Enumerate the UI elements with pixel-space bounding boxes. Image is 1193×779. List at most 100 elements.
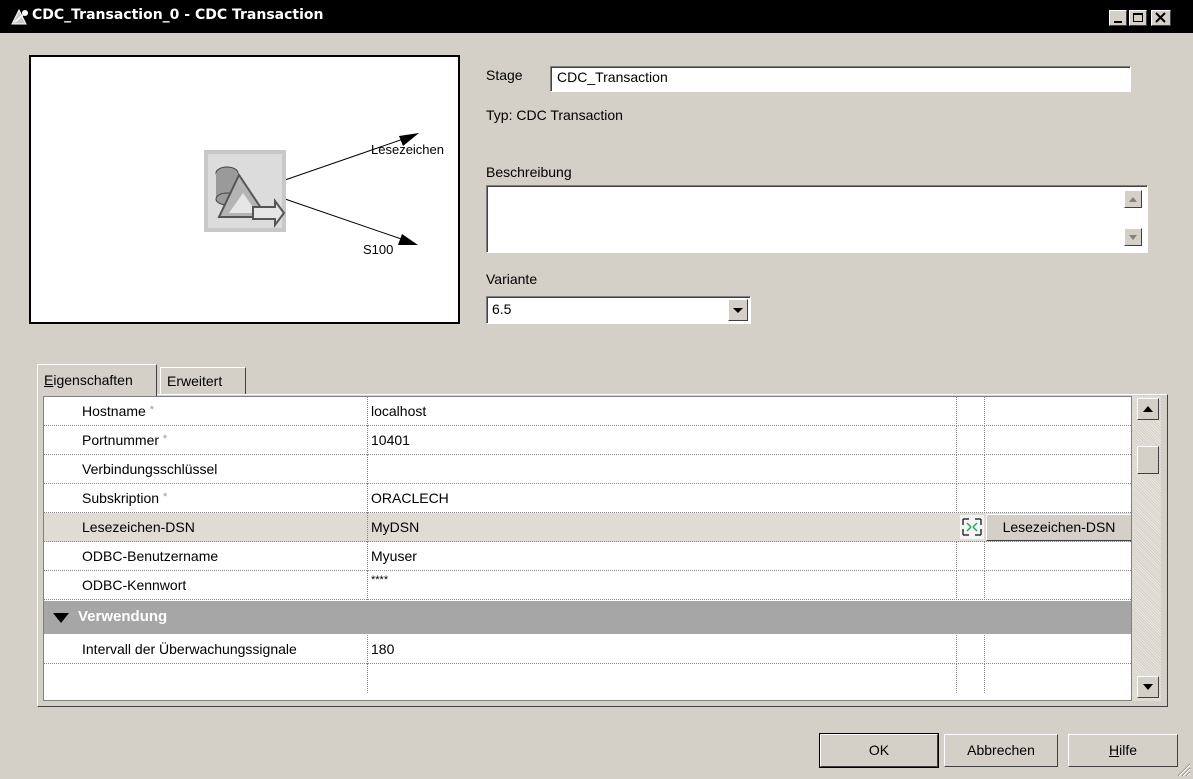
close-button[interactable] xyxy=(1151,10,1171,26)
section-title: Verwendung xyxy=(78,608,168,625)
table-row[interactable]: Subskription * ORACLECH xyxy=(44,484,1131,513)
column-divider xyxy=(956,397,957,426)
stage-type-text: Typ: CDC Transaction xyxy=(486,107,623,123)
resize-grip-icon[interactable] xyxy=(1175,761,1191,777)
minimize-icon xyxy=(1114,21,1122,23)
property-value[interactable]: 10401 xyxy=(371,426,951,455)
column-divider xyxy=(367,571,368,600)
column-divider xyxy=(984,455,985,484)
table-row[interactable] xyxy=(44,664,1131,693)
scroll-up-icon xyxy=(1129,197,1137,202)
property-name-text: Subskription xyxy=(82,490,160,506)
window-title: CDC_Transaction_0 - CDC Transaction xyxy=(32,7,324,23)
grid-scroll-up[interactable] xyxy=(1137,398,1159,420)
required-marker: * xyxy=(162,491,168,503)
table-row[interactable]: Portnummer * 10401 xyxy=(44,426,1131,455)
scroll-down-icon xyxy=(1143,684,1153,690)
table-row[interactable]: ODBC-Benutzername Myuser xyxy=(44,542,1131,571)
column-divider xyxy=(984,635,985,664)
variant-label: Variante xyxy=(486,271,538,287)
description-scroll-down[interactable] xyxy=(1124,228,1142,246)
property-value[interactable]: **** xyxy=(371,571,951,600)
cancel-button[interactable]: Abbrechen xyxy=(944,734,1058,767)
link-label-lesezeichen: Lesezeichen xyxy=(371,142,444,157)
required-marker: * xyxy=(162,433,168,445)
variant-select[interactable]: 6.5 xyxy=(486,296,751,324)
column-divider xyxy=(984,542,985,571)
column-divider xyxy=(367,484,368,513)
collapse-triangle-icon[interactable] xyxy=(52,611,70,625)
stage-name-input[interactable]: CDC_Transaction xyxy=(550,66,1131,92)
ok-button[interactable]: OK xyxy=(819,733,939,768)
cdc-transaction-stage-icon[interactable] xyxy=(204,150,286,232)
grid-scroll-down[interactable] xyxy=(1137,676,1159,698)
title-bar[interactable]: CDC_Transaction_0 - CDC Transaction xyxy=(0,0,1193,33)
link-label-s100: S100 xyxy=(363,242,394,257)
property-value[interactable]: localhost xyxy=(371,397,951,426)
property-value[interactable]: ORACLECH xyxy=(371,484,951,513)
maximize-icon xyxy=(1133,13,1143,22)
lesezeichen-dsn-button[interactable]: Lesezeichen-DSN xyxy=(986,514,1131,541)
property-name: Lesezeichen-DSN xyxy=(82,519,195,535)
column-divider xyxy=(367,542,368,571)
property-value[interactable]: 180 xyxy=(371,635,951,664)
column-divider xyxy=(367,455,368,484)
section-header-verwendung[interactable]: Verwendung xyxy=(44,601,1131,634)
table-row[interactable]: ODBC-Kennwort **** xyxy=(44,571,1131,600)
maximize-button[interactable] xyxy=(1129,10,1147,26)
column-divider xyxy=(956,635,957,664)
property-name: Subskription * xyxy=(82,484,364,513)
property-name: Portnummer * xyxy=(82,426,364,455)
scroll-up-icon xyxy=(1143,406,1153,412)
table-row[interactable]: Lesezeichen-DSN MyDSN Lesezeichen-DSN xyxy=(44,513,1131,542)
scroll-down-icon xyxy=(1129,235,1137,240)
chevron-down-icon xyxy=(733,308,743,313)
description-textarea[interactable] xyxy=(486,185,1148,253)
stage-app-icon xyxy=(10,8,30,26)
property-value[interactable]: MyDSN xyxy=(371,513,951,542)
description-label: Beschreibung xyxy=(486,164,572,180)
property-name: Verbindungsschlüssel xyxy=(82,461,218,477)
column-divider xyxy=(956,426,957,455)
variant-value: 6.5 xyxy=(492,301,512,317)
tab-erweitert[interactable]: Erweitert xyxy=(160,367,246,395)
column-divider xyxy=(367,397,368,426)
column-divider xyxy=(956,484,957,513)
column-divider xyxy=(367,426,368,455)
tab-eigenschaften-rest: igenschaften xyxy=(53,372,133,388)
column-divider xyxy=(956,542,957,571)
tab-eigenschaften[interactable]: Eigenschaften xyxy=(37,364,157,396)
property-name: Intervall der Überwachungssignale xyxy=(82,641,297,657)
property-grid: Hostname * localhost Portnummer * 10401 … xyxy=(43,396,1132,701)
tab-erweitert-label: Erweitert xyxy=(167,373,223,389)
column-divider xyxy=(956,455,957,484)
column-divider xyxy=(984,397,985,426)
description-scroll-up[interactable] xyxy=(1124,190,1142,208)
variant-dropdown-button[interactable] xyxy=(728,299,748,321)
column-divider xyxy=(367,635,368,664)
property-name-text: Hostname xyxy=(82,403,146,419)
stage-diagram: Lesezeichen S100 xyxy=(29,55,460,324)
dsn-browse-icon[interactable] xyxy=(960,515,984,539)
table-row[interactable]: Hostname * localhost xyxy=(44,397,1131,426)
column-divider xyxy=(367,664,368,693)
help-mnemonic: H xyxy=(1108,742,1120,758)
link-arrow-s100[interactable] xyxy=(284,198,418,245)
help-label-rest: ilfe xyxy=(1119,742,1138,758)
help-button[interactable]: Hilfe xyxy=(1068,734,1178,767)
property-value[interactable]: Myuser xyxy=(371,542,951,571)
grid-scroll-thumb[interactable] xyxy=(1137,446,1159,474)
property-value[interactable] xyxy=(371,455,951,484)
property-grid-scrollbar[interactable] xyxy=(1132,396,1161,701)
column-divider xyxy=(984,664,985,693)
minimize-button[interactable] xyxy=(1109,10,1127,26)
table-row[interactable]: Intervall der Überwachungssignale 180 xyxy=(44,635,1131,664)
property-name-text: Portnummer xyxy=(82,432,160,448)
column-divider xyxy=(984,484,985,513)
stage-name-value: CDC_Transaction xyxy=(557,69,668,85)
property-name: Hostname * xyxy=(82,397,364,426)
property-name: ODBC-Kennwort xyxy=(82,577,187,593)
column-divider xyxy=(984,571,985,600)
table-row[interactable]: Verbindungsschlüssel xyxy=(44,455,1131,484)
tab-eigenschaften-mnemonic: E xyxy=(44,372,54,388)
